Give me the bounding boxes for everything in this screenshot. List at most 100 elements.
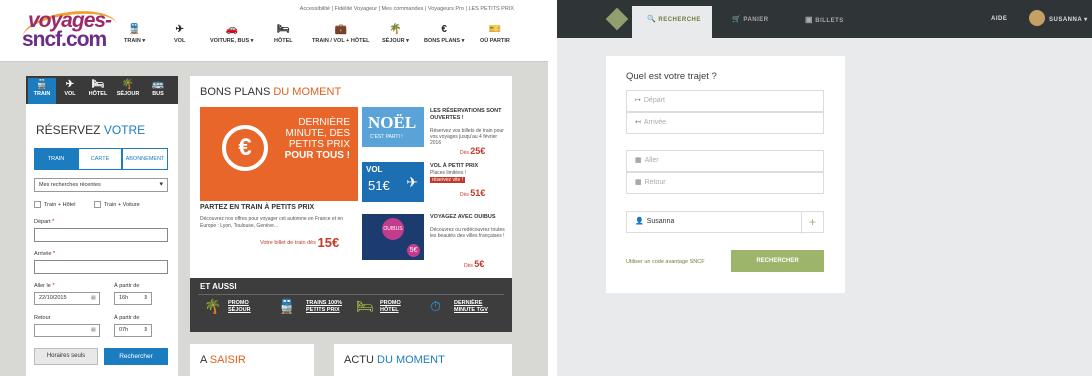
nav-hotel[interactable]: 🛏 HÔTEL [274, 24, 293, 44]
booking-form: 🚆 TRAIN ✈ VOL 🛏 HÔTEL 🌴 SÉJOUR 🚌 BUS RÉSERVEZ… [26, 76, 178, 376]
plane-icon: ✈ [175, 24, 184, 35]
noel-image[interactable]: NOËL C'EST PARTI ! [362, 107, 424, 147]
actu-title: ACTU DU MOMENT [344, 354, 445, 366]
side-title-vol[interactable]: VOL À PETIT PRIX [430, 163, 506, 170]
reservez-title: RÉSERVEZ VOTRE [36, 123, 146, 137]
rechercher-button[interactable]: Rechercher [104, 348, 168, 365]
calendar-icon: ▦ [90, 295, 96, 301]
app-top-nav: 🔍 RECHERCHE 🛒 PANIER ▣ BILLETS AIDE SUSA… [557, 0, 1092, 38]
tab-billets[interactable]: ▣ BILLETS [805, 15, 844, 24]
side-desc-reservations: Réservez vos billets de train pour vos v… [430, 128, 504, 146]
et-aussi-panel: ET AUSSI 🌴 PROMO SÉJOUR 🚆 TRAINS 100% PE… [190, 278, 512, 332]
calendar-icon: ▦ [90, 327, 96, 333]
tab-carte[interactable]: CARTE [78, 148, 122, 170]
bed-icon: 🛏 [91, 79, 105, 90]
partez-title[interactable]: PARTEZ EN TRAIN À PETITS PRIX [200, 204, 314, 211]
mode-hotel[interactable]: 🛏 HÔTEL [84, 79, 112, 97]
train-icon: 🚆 [35, 79, 49, 90]
aller-time-select[interactable]: 16h ⇕ [114, 292, 152, 305]
retour-field[interactable]: ▦ Retour [626, 172, 824, 194]
tab-panier[interactable]: 🛒 PANIER [732, 15, 769, 23]
voyages-sncf-logo[interactable]: voyages- sncf.com [19, 5, 121, 59]
aide-link[interactable]: AIDE [991, 16, 1007, 22]
mode-vol[interactable]: ✈ VOL [56, 79, 84, 97]
palm-icon: 🌴 [204, 298, 222, 314]
tab-recherche[interactable]: 🔍 RECHERCHE [647, 15, 701, 23]
utility-links[interactable]: Accessibilité | Fidélité Voyageur | Mes … [300, 6, 514, 12]
passenger-field[interactable]: 👤 Susanna + [626, 211, 824, 234]
depart-input[interactable] [34, 228, 168, 242]
departure-icon: ↦ [635, 97, 641, 104]
link-promo-sejour[interactable]: PROMO SÉJOUR [228, 300, 264, 314]
plane-icon: ✈ [65, 79, 75, 90]
nav-bons-plans[interactable]: € BONS PLANS ▾ [424, 24, 464, 44]
trajet-question: Quel est votre trajet ? [626, 71, 717, 82]
depart-field[interactable]: ↦ Départ [626, 90, 824, 112]
bed-icon: 🛏 [356, 298, 374, 314]
side-price-51: Dès 51€ [460, 188, 486, 198]
bus-icon: 🚌 [151, 79, 165, 90]
mode-sejour[interactable]: 🌴 SÉJOUR [114, 79, 142, 97]
rechercher-button[interactable]: RECHERCHER [731, 250, 824, 272]
nav-train[interactable]: 🚆 TRAIN ▾ [124, 24, 145, 44]
cart-icon: 🛒 [732, 16, 742, 23]
ouibus-image[interactable]: OUIBUS 5€ [362, 214, 424, 260]
nav-voiture-bus[interactable]: 🚗 VOITURE, BUS ▾ [210, 24, 253, 44]
ticket-icon: ▣ [805, 15, 814, 24]
search-card: Quel est votre trajet ? ↦ Départ ↤ Arrivée… [606, 56, 845, 293]
side-desc-vol: Places limitées ! [430, 170, 467, 176]
arrivee-input[interactable] [34, 260, 168, 274]
mode-train[interactable]: 🚆 TRAIN [28, 79, 56, 97]
bed-icon: 🛏 [276, 24, 290, 35]
aller-date-input[interactable]: 22/10/2015 ▦ [34, 292, 100, 305]
nav-vol[interactable]: ✈ VOL [174, 24, 185, 44]
arrivee-field[interactable]: ↤ Arrivée [626, 112, 824, 134]
voyages-sncf-page: Accessibilité | Fidélité Voyageur | Mes … [0, 0, 548, 376]
a-saisir-panel: A SAISIR [190, 344, 314, 376]
mode-bus[interactable]: 🚌 BUS [144, 79, 172, 97]
stopwatch-icon: ⏱ [430, 298, 441, 314]
retour-label: Retour [34, 315, 51, 321]
side-price-25: Dès 25€ [460, 146, 486, 156]
tab-abonnement[interactable]: ABONNEMENT [122, 148, 168, 170]
link-promo-hotel[interactable]: PROMO HÔTEL [380, 300, 416, 314]
reservez-vite-badge: réservez vite ! [430, 177, 466, 183]
link-trains-petits-prix[interactable]: TRAINS 100% PETITS PRIX [306, 300, 350, 314]
promo-banner[interactable]: € DERNIÈRE MINUTE, DES PETITS PRIX POUR … [200, 107, 358, 201]
suitcase-icon: 💼 [334, 24, 347, 35]
link-derniere-minute-tgv[interactable]: DERNIÈRE MINUTE TGV [454, 300, 498, 314]
train-icon: 🚆 [128, 24, 141, 35]
aller-field[interactable]: ▦ Aller [626, 150, 824, 172]
user-icon: 👤 [635, 218, 644, 225]
nav-ou-partir[interactable]: 🎫 OÙ PARTIR [480, 24, 510, 44]
train-icon: 🚆 [278, 298, 296, 314]
avatar[interactable] [1029, 10, 1045, 26]
retour-date-input[interactable]: ▦ [34, 324, 100, 337]
recent-searches-select[interactable]: Mes recherches récentes ▾ [34, 178, 168, 192]
side-title-reservations[interactable]: LES RÉSERVATIONS SONT OUVERTES ! [430, 108, 506, 121]
retour-time-select[interactable]: 07h ⇕ [114, 324, 152, 337]
nav-train-vol-hotel[interactable]: 💼 TRAIN / VOL + HÔTEL [312, 24, 370, 44]
euro-icon: € [441, 24, 447, 35]
code-avantage-link[interactable]: Utiliser un code avantage SNCF [626, 259, 705, 265]
calendar-icon: ▦ [635, 179, 642, 186]
tab-train[interactable]: TRAIN [34, 148, 78, 170]
aller-label: Aller le * [34, 283, 55, 289]
arrivee-label: Arrivée * [34, 251, 56, 257]
votre-billet-price[interactable]: Votre billet de train dès 15€ [260, 235, 339, 250]
retour-time-label: À partir de [114, 315, 140, 321]
add-passenger-button[interactable]: + [801, 212, 823, 234]
app-logo[interactable] [605, 7, 629, 31]
vol-image[interactable]: VOL 51€ ✈ [362, 162, 424, 202]
horaires-seuls-button[interactable]: Horaires seuls [34, 348, 98, 365]
calendar-icon: ▦ [635, 157, 642, 164]
nav-sejour[interactable]: 🌴 SÉJOUR ▾ [382, 24, 409, 44]
user-menu[interactable]: SUSANNA ▾ [1049, 16, 1088, 23]
mode-tabs: 🚆 TRAIN ✈ VOL 🛏 HÔTEL 🌴 SÉJOUR 🚌 BUS [26, 76, 178, 104]
car-icon: 🚗 [225, 24, 238, 35]
check-train-voiture[interactable]: Train + Voiture [94, 201, 140, 208]
check-train-hotel[interactable]: Train + Hôtel [34, 201, 75, 208]
palm-icon: 🌴 [389, 24, 402, 35]
ticket-icon: 🎫 [488, 24, 502, 35]
side-title-ouibus[interactable]: VOYAGEZ AVEC OUIBUS [430, 214, 506, 221]
